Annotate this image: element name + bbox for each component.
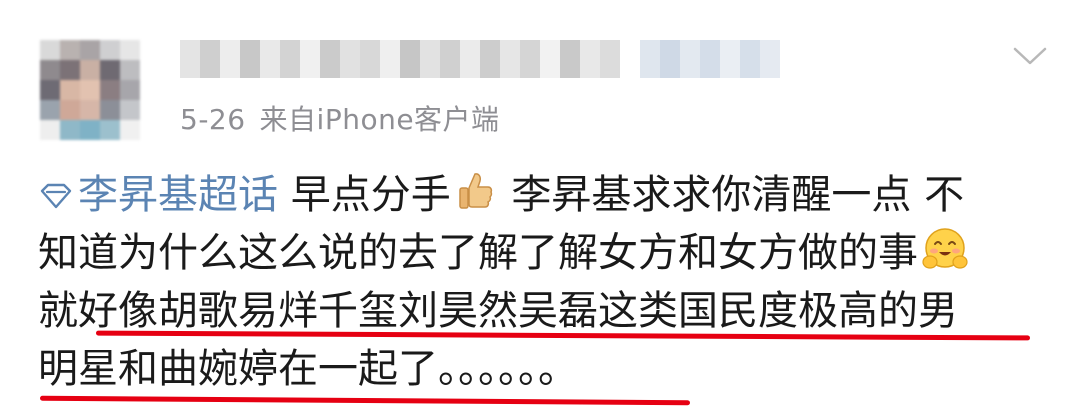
avatar[interactable] xyxy=(40,40,140,140)
topic-label: 李昇基超话 xyxy=(78,172,278,218)
post-date: 5-26 xyxy=(180,103,246,136)
post-body: 李昇基超话 早点分手 李昇基求求你清醒一点 不 知道为什么这么说的去了解了解女方… xyxy=(38,166,1048,398)
body-line-4: 明星和曲婉婷在一起了。。。。。。 xyxy=(38,340,1048,398)
body-text-segment: 早点分手 xyxy=(278,172,451,218)
body-line-2: 知道为什么这么说的去了解了解女方和女方做的事 xyxy=(38,224,1048,282)
thumbs-up-emoji-icon xyxy=(458,173,492,209)
diamond-topic-icon xyxy=(40,183,72,209)
chevron-down-icon[interactable] xyxy=(1012,44,1048,68)
body-line-1: 李昇基超话 早点分手 李昇基求求你清醒一点 不 xyxy=(38,166,1048,224)
body-text-segment: 就好像胡歌易烊千玺刘昊然吴磊这类国民度极高的男 xyxy=(38,288,958,334)
weibo-post-card: 5-26 来自iPhone客户端 李昇基超话 早点分手 李昇基求求你清醒一点 不 … xyxy=(0,0,1080,413)
post-meta: 5-26 来自iPhone客户端 xyxy=(180,98,500,138)
post-source: 来自iPhone客户端 xyxy=(259,103,500,136)
topic-link[interactable]: 李昇基超话 xyxy=(38,172,278,218)
username-obscured[interactable] xyxy=(180,40,780,78)
body-text-segment: 知道为什么这么说的去了解了解女方和女方做的事 xyxy=(38,230,918,276)
body-text-segment: 明星和曲婉婷在一起了。。。。。。 xyxy=(38,346,578,392)
body-text-segment: 李昇基求求你清醒一点 不 xyxy=(498,172,965,218)
smiling-face-hands-emoji-icon xyxy=(922,228,968,269)
